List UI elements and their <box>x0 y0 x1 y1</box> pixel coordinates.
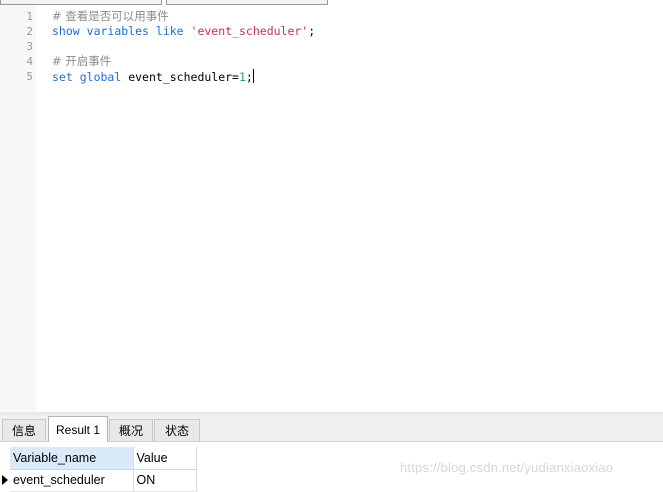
sql-keyword: set <box>52 70 73 84</box>
sql-keyword: variables <box>86 24 149 38</box>
tab-info[interactable]: 信息 <box>2 419 46 441</box>
tab-profile[interactable]: 概况 <box>109 419 153 441</box>
column-header[interactable]: Value <box>133 447 197 470</box>
result-table: Variable_name Value event_scheduler ON <box>10 447 197 492</box>
sql-punct: ; <box>308 24 316 38</box>
code-line-2: show variables like 'event_scheduler'; <box>52 24 315 39</box>
code-line-5: set global event_scheduler=1; <box>52 69 254 85</box>
result-tab-bar: 信息 Result 1 概况 状态 <box>0 415 663 442</box>
table-cell[interactable]: ON <box>133 469 197 492</box>
line-number: 4 <box>26 55 33 68</box>
text-caret <box>252 69 254 83</box>
line-number: 5 <box>26 70 33 83</box>
sql-keyword: show <box>52 24 80 38</box>
table-cell[interactable]: event_scheduler <box>10 469 134 492</box>
line-number: 1 <box>26 10 33 23</box>
sql-comment: # 开启事件 <box>52 54 112 68</box>
sql-keyword: like <box>155 24 184 38</box>
sql-identifier: event_scheduler= <box>128 70 239 84</box>
line-number-gutter: 1 2 3 4 5 <box>0 5 36 412</box>
line-number: 3 <box>26 40 33 53</box>
sql-editor[interactable]: 1 2 3 4 5 # 查看是否可以用事件 show variables lik… <box>0 5 663 412</box>
table-header-row: Variable_name Value <box>10 447 197 470</box>
row-indicator <box>0 469 10 491</box>
sql-comment: # 查看是否可以用事件 <box>52 9 169 23</box>
sql-number: 1 <box>238 70 246 84</box>
code-area[interactable]: # 查看是否可以用事件 show variables like 'event_s… <box>36 5 663 412</box>
line-number: 2 <box>26 25 33 38</box>
table-row[interactable]: event_scheduler ON <box>10 469 197 492</box>
tab-status[interactable]: 状态 <box>154 419 200 441</box>
tab-result-1[interactable]: Result 1 <box>48 416 108 442</box>
sql-punct: ; <box>245 70 253 84</box>
sql-keyword: global <box>79 70 122 84</box>
watermark-text: https://blog.csdn.net/yudianxiaoxiao <box>400 460 614 475</box>
code-line-1: # 查看是否可以用事件 <box>52 9 169 24</box>
current-row-arrow-icon <box>2 475 8 485</box>
sql-string: 'event_scheduler' <box>190 24 309 38</box>
code-line-4: # 开启事件 <box>52 54 111 69</box>
column-header[interactable]: Variable_name <box>10 447 134 470</box>
